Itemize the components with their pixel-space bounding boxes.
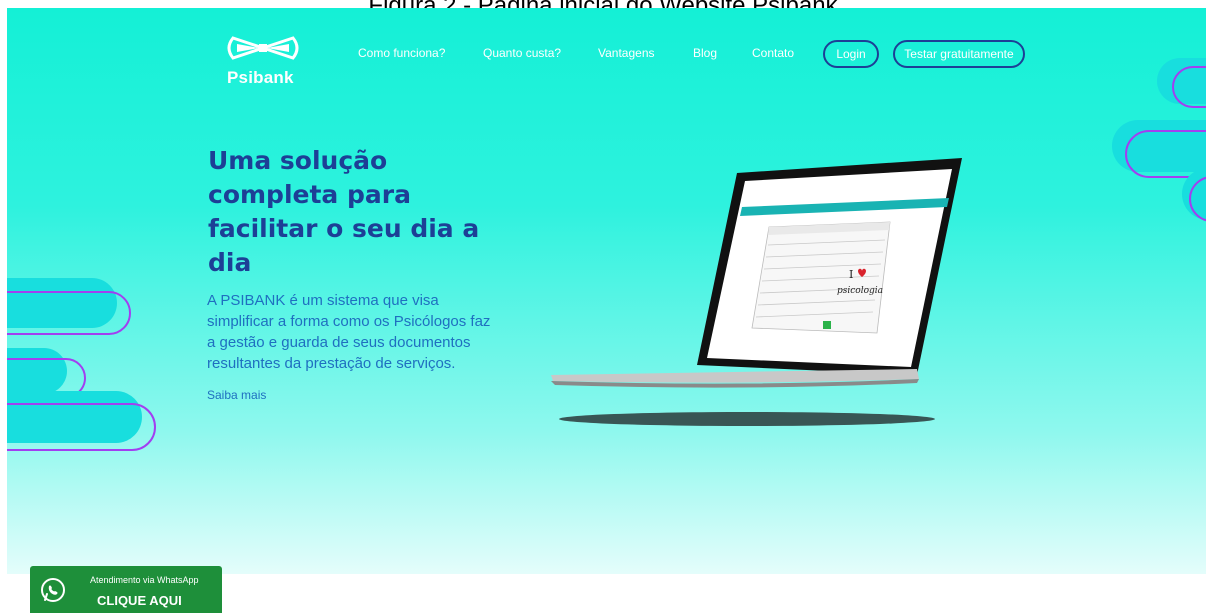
decor-pill-outline [7, 403, 156, 451]
description-line: simplificar a forma como os Psicólogos f… [207, 313, 491, 330]
nav-item-como-funciona[interactable]: Como funciona? [358, 46, 445, 60]
card-text-i: I [849, 268, 853, 281]
saiba-mais-link[interactable]: Saiba mais [207, 388, 266, 402]
decor-pill-outline [7, 291, 131, 335]
nav-item-quanto-custa[interactable]: Quanto custa? [483, 46, 561, 60]
headline-line: dia [208, 248, 252, 277]
hero-headline: Uma solução completa para facilitar o se… [208, 144, 528, 280]
headline-line: Uma solução [208, 146, 388, 175]
laptop-illustration: I psicologia [547, 153, 967, 443]
decor-pill-outline [1172, 66, 1206, 108]
whatsapp-icon [41, 578, 65, 602]
nav-item-blog[interactable]: Blog [693, 46, 717, 60]
description-line: a gestão e guarda de seus documentos [207, 334, 471, 351]
card-text-psicologia: psicologia [837, 286, 883, 296]
brand-name: Psibank [227, 68, 294, 87]
hero-section: Psibank Como funciona? Quanto custa? Van… [7, 8, 1206, 574]
hero-description: A PSIBANK é um sistema que visa simplifi… [207, 290, 537, 374]
whatsapp-subtitle: Atendimento via WhatsApp [90, 575, 199, 585]
login-button[interactable]: Login [823, 40, 879, 68]
psibank-logo[interactable]: Psibank [223, 30, 303, 90]
headline-line: completa para [208, 180, 411, 209]
nav-item-contato[interactable]: Contato [752, 46, 794, 60]
trial-button[interactable]: Testar gratuitamente [893, 40, 1025, 68]
headline-line: facilitar o seu dia a [208, 214, 480, 243]
description-line: resultantes da prestação de serviços. [207, 355, 456, 372]
nav-item-vantagens[interactable]: Vantagens [598, 46, 655, 60]
whatsapp-widget[interactable]: Atendimento via WhatsApp CLIQUE AQUI [30, 566, 222, 613]
whatsapp-cta: CLIQUE AQUI [97, 593, 182, 608]
description-line: A PSIBANK é um sistema que visa [207, 292, 439, 309]
bow-icon [227, 36, 299, 60]
